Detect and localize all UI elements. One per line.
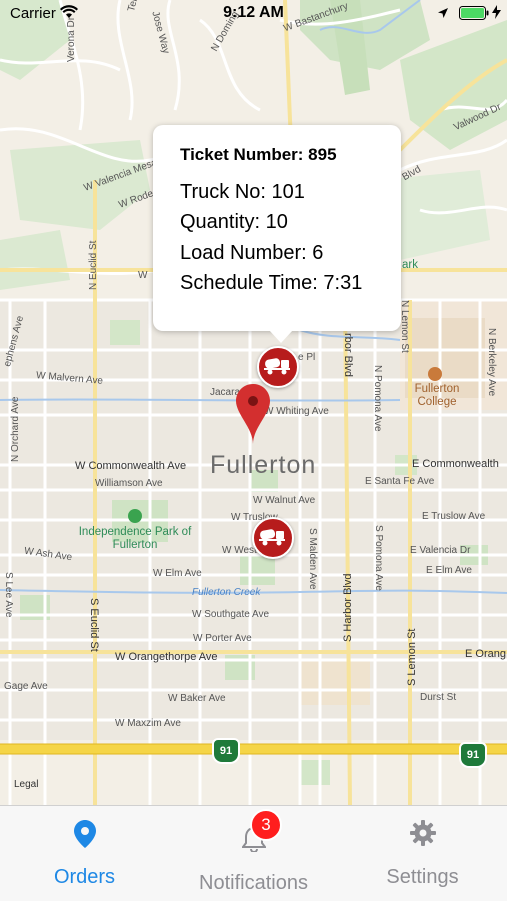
- street-label: E Valencia Dr: [410, 545, 471, 556]
- park-label: ark: [402, 259, 418, 271]
- quantity: Quantity: 10: [180, 211, 288, 233]
- street-label: S Malden Ave: [307, 528, 318, 590]
- street-label: Gage Ave: [4, 681, 48, 692]
- tab-orders[interactable]: Orders: [0, 806, 169, 901]
- street-label: Durst St: [420, 692, 457, 703]
- tab-notifications-label: Notifications: [199, 872, 308, 894]
- street-label: W Elm Ave: [153, 568, 202, 579]
- notifications-badge: 3: [250, 809, 282, 841]
- gear-icon: [338, 820, 507, 851]
- street-label: W: [138, 270, 148, 281]
- status-bar: Carrier 9:12 AM: [0, 0, 507, 28]
- load-number: Load Number: 6: [180, 242, 324, 264]
- street-label: W Porter Ave: [193, 633, 252, 644]
- mixer-truck-icon: [264, 358, 290, 375]
- schedule-time: Schedule Time: 7:31: [180, 272, 363, 294]
- ticket-callout[interactable]: Ticket Number: 895 Truck No: 101 Quantit…: [153, 125, 401, 343]
- charging-icon: [492, 5, 501, 24]
- route-91-shield-right: 91: [459, 742, 487, 768]
- street-label: e Pl: [298, 352, 316, 363]
- tab-notifications[interactable]: 3 Notifications: [169, 806, 338, 901]
- truck-marker[interactable]: [252, 517, 294, 559]
- tab-bar: Orders 3 Notifications Settings: [0, 805, 507, 901]
- street-label: W Walnut Ave: [253, 495, 316, 506]
- street-label: W Whiting Ave: [264, 406, 329, 417]
- status-time: 9:12 AM: [223, 4, 284, 21]
- street-label: S Lee Ave: [3, 572, 14, 618]
- map-view[interactable]: 91 91 W Bastanchury Valwood Dr Blvd W Va…: [0, 0, 507, 805]
- street-label: N Pomona Ave: [372, 365, 383, 432]
- tab-settings-label: Settings: [386, 866, 459, 888]
- street-label: S Lemon St: [406, 628, 418, 686]
- street-label: S Harbor Blvd: [342, 573, 354, 642]
- street-label: E Truslow Ave: [422, 511, 486, 522]
- street-label: E Santa Fe Ave: [365, 476, 435, 487]
- street-label: W Commonwealth Ave: [75, 460, 187, 472]
- street-label: W Orangethorpe Ave: [115, 651, 218, 663]
- street-label: N Euclid St: [88, 240, 99, 290]
- street-label: rbor Blvd: [342, 333, 354, 378]
- legal-link[interactable]: Legal: [14, 779, 38, 790]
- street-label: S Pomona Ave: [373, 525, 384, 591]
- park-icon: [128, 509, 142, 523]
- battery-icon: [459, 6, 489, 25]
- street-label: W Southgate Ave: [192, 609, 270, 620]
- truck-marker[interactable]: [257, 346, 299, 388]
- location-marker-icon: [0, 820, 169, 853]
- city-label: Fullerton: [210, 451, 317, 479]
- street-label: S Euclid St: [88, 598, 100, 652]
- street-label: W Baker Ave: [168, 693, 226, 704]
- location-arrow-icon: [437, 6, 449, 24]
- street-label: Williamson Ave: [95, 478, 163, 489]
- street-label: E Elm Ave: [426, 565, 472, 576]
- creek-label: Fullerton Creek: [192, 587, 261, 598]
- tab-orders-label: Orders: [53, 866, 116, 888]
- street-label: E Commonwealth: [412, 458, 499, 470]
- route-91-shield-left: 91: [212, 738, 240, 764]
- tab-settings[interactable]: Settings: [338, 806, 507, 901]
- street-label: N Berkeley Ave: [486, 328, 497, 397]
- poi-fullerton-college[interactable]: Fullerton College: [407, 383, 467, 409]
- college-icon: [428, 367, 442, 381]
- ticket-number: Ticket Number: 895: [180, 145, 337, 164]
- poi-independence-park[interactable]: Independence Park of Fullerton: [75, 526, 195, 552]
- street-label: E Orang: [465, 648, 506, 660]
- street-label: W Maxzim Ave: [115, 718, 181, 729]
- truck-number: Truck No: 101: [180, 181, 305, 203]
- mixer-truck-icon: [259, 529, 285, 546]
- street-label: N Orchard Ave: [10, 396, 21, 462]
